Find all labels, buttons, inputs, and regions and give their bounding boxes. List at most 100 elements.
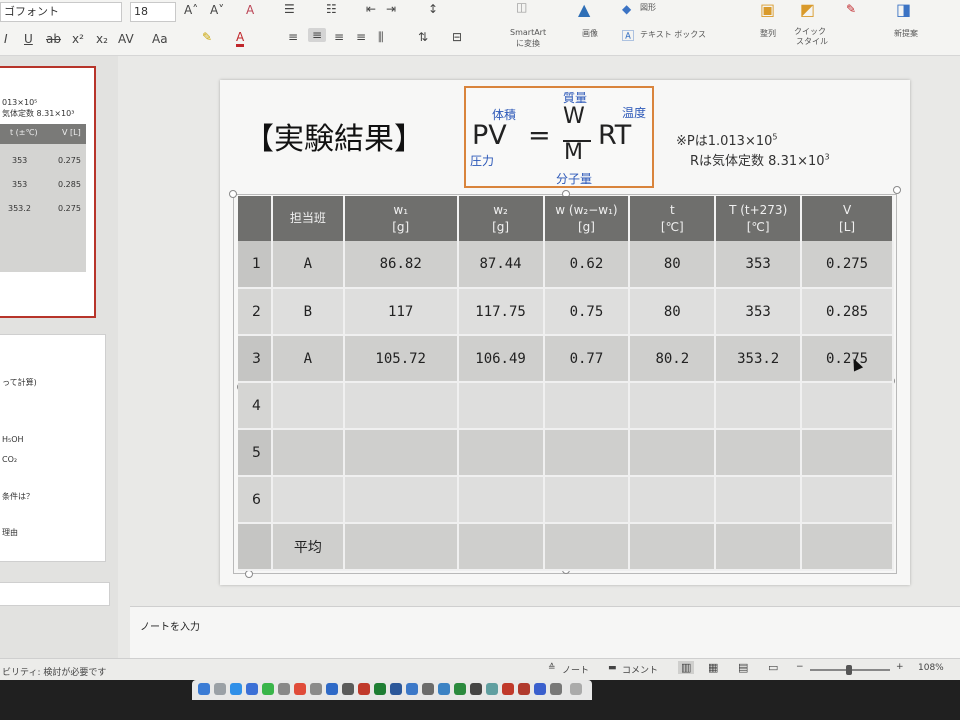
shapes-label[interactable]: 図形 xyxy=(640,2,656,13)
w2-cell[interactable] xyxy=(457,476,545,524)
underline-button[interactable]: U xyxy=(24,32,33,46)
shapes-icon[interactable]: ◆ xyxy=(622,2,631,16)
slide-sorter-icon[interactable]: ▦ xyxy=(708,661,718,674)
align-left-icon[interactable]: ≡ xyxy=(288,30,298,44)
decrease-indent-icon[interactable]: ⇤ xyxy=(366,2,376,16)
subscript-button[interactable]: x₂ xyxy=(96,32,108,46)
header-cell[interactable]: 担当班 xyxy=(271,196,345,241)
average-label-cell[interactable]: 平均 xyxy=(271,523,345,571)
finder-icon[interactable] xyxy=(198,683,210,695)
slide-thumbnail-current[interactable]: 013×10⁵ 気体定数 8.31×10³ t (±℃) V [L] 353 0… xyxy=(0,66,96,318)
appstore-icon[interactable] xyxy=(230,683,242,695)
columns-icon[interactable]: ⫼ xyxy=(378,30,384,45)
app-icon[interactable] xyxy=(534,683,546,695)
smartart-label[interactable]: SmartArt xyxy=(510,28,546,37)
v-cell[interactable]: 0.275 xyxy=(801,335,894,383)
align-center-icon[interactable]: ≡ xyxy=(308,28,327,42)
designer-label[interactable]: 新提案 xyxy=(894,28,918,39)
t-cell[interactable] xyxy=(629,523,717,571)
v-cell[interactable]: 0.285 xyxy=(801,288,894,336)
w1-cell[interactable]: 105.72 xyxy=(343,335,459,383)
app-icon[interactable] xyxy=(326,683,338,695)
group-cell[interactable]: B xyxy=(271,288,345,336)
font-color-button[interactable]: A xyxy=(236,30,245,47)
v-cell[interactable] xyxy=(801,523,894,571)
t-cell[interactable] xyxy=(629,476,717,524)
group-cell[interactable]: A xyxy=(271,241,345,289)
app-icon[interactable] xyxy=(278,683,290,695)
w2-cell[interactable] xyxy=(457,523,545,571)
row-number-cell[interactable]: 1 xyxy=(238,241,273,289)
app-icon[interactable] xyxy=(550,683,562,695)
textbox-label[interactable]: テキスト ボックス xyxy=(640,29,706,40)
slide-title[interactable]: 【実験結果】 xyxy=(244,114,424,158)
slide-thumbnail[interactable]: って計算) H₅OH CO₂ 条件は？ 理由 xyxy=(0,334,106,562)
quick-style-sub-label[interactable]: スタイル xyxy=(796,36,828,47)
header-cell[interactable]: w₂ [g] xyxy=(457,196,545,241)
header-cell[interactable]: V [L] xyxy=(801,196,894,241)
font-name-field[interactable]: ゴフォント xyxy=(0,2,122,22)
row-number-cell[interactable]: 5 xyxy=(238,429,273,477)
note-gas-constant[interactable]: Rは気体定数 8.31×103 xyxy=(690,150,830,169)
T-cell[interactable] xyxy=(715,523,803,571)
w1-cell[interactable]: 86.82 xyxy=(343,241,459,289)
w1-cell[interactable] xyxy=(343,523,459,571)
shrink-font-button[interactable]: A˅ xyxy=(210,3,224,17)
textbox-icon[interactable]: 🄰 xyxy=(622,27,634,44)
row-number-cell[interactable]: 4 xyxy=(238,382,273,430)
change-case-button[interactable]: Aa xyxy=(152,32,168,46)
grow-font-button[interactable]: A˄ xyxy=(184,3,198,17)
superscript-button[interactable]: x² xyxy=(72,32,84,46)
t-cell[interactable]: 80 xyxy=(629,288,717,336)
comments-icon[interactable]: ▬ xyxy=(608,663,617,673)
accessibility-status[interactable]: ビリティ: 検討が必要です xyxy=(2,665,106,678)
safari-icon[interactable] xyxy=(246,683,258,695)
w-cell[interactable]: 0.77 xyxy=(543,335,631,383)
row-number-cell[interactable]: 3 xyxy=(238,335,273,383)
reading-view-icon[interactable]: ▤ xyxy=(738,661,748,674)
align-right-icon[interactable]: ≡ xyxy=(334,30,344,44)
zoom-slider-handle[interactable] xyxy=(846,665,852,675)
w-cell[interactable]: 0.75 xyxy=(543,288,631,336)
v-cell[interactable] xyxy=(801,382,894,430)
italic-button[interactable]: I xyxy=(4,32,8,46)
T-cell[interactable]: 353 xyxy=(715,288,803,336)
header-cell[interactable]: w (w₂−w₁) [g] xyxy=(543,196,631,241)
group-cell[interactable]: A xyxy=(271,335,345,383)
w2-cell[interactable] xyxy=(457,429,545,477)
v-cell[interactable]: 0.275 xyxy=(801,241,894,289)
zoom-out-icon[interactable]: − xyxy=(796,662,804,672)
word-icon[interactable] xyxy=(390,683,402,695)
t-cell[interactable]: 80.2 xyxy=(629,335,717,383)
app-icon[interactable] xyxy=(454,683,466,695)
T-cell[interactable] xyxy=(715,429,803,477)
increase-indent-icon[interactable]: ⇥ xyxy=(386,2,396,16)
w-cell[interactable]: 0.62 xyxy=(543,241,631,289)
group-cell[interactable] xyxy=(271,382,345,430)
w2-cell[interactable]: 87.44 xyxy=(457,241,545,289)
clear-format-button[interactable]: A xyxy=(246,3,254,17)
trash-icon[interactable] xyxy=(570,683,582,695)
picture-label[interactable]: 画像 xyxy=(582,28,598,39)
app-icon[interactable] xyxy=(486,683,498,695)
messages-icon[interactable] xyxy=(262,683,274,695)
smartart-sub-label[interactable]: に変換 xyxy=(516,38,540,49)
zoom-level[interactable]: 108% xyxy=(918,663,944,673)
w-cell[interactable] xyxy=(543,476,631,524)
row-number-cell[interactable]: 6 xyxy=(238,476,273,524)
text-direction-icon[interactable]: ⇅ xyxy=(418,30,428,44)
arrange-icon[interactable]: ▣ xyxy=(760,0,775,19)
w2-cell[interactable]: 117.75 xyxy=(457,288,545,336)
row-number-cell[interactable]: 2 xyxy=(238,288,273,336)
shape-fill-icon[interactable]: ✎ xyxy=(846,2,856,16)
group-cell[interactable] xyxy=(271,476,345,524)
number-list-icon[interactable]: ☷ xyxy=(326,2,337,16)
note-pressure[interactable]: ※Pは1.013×105 xyxy=(676,130,777,149)
zoom-in-icon[interactable]: + xyxy=(896,662,904,672)
arrange-label[interactable]: 整列 xyxy=(760,28,776,39)
header-cell[interactable]: T (t+273) [℃] xyxy=(715,196,803,241)
chrome-icon[interactable] xyxy=(294,683,306,695)
notes-toggle-icon[interactable]: ≙ xyxy=(548,663,556,673)
resize-handle[interactable] xyxy=(229,190,237,198)
v-cell[interactable] xyxy=(801,476,894,524)
